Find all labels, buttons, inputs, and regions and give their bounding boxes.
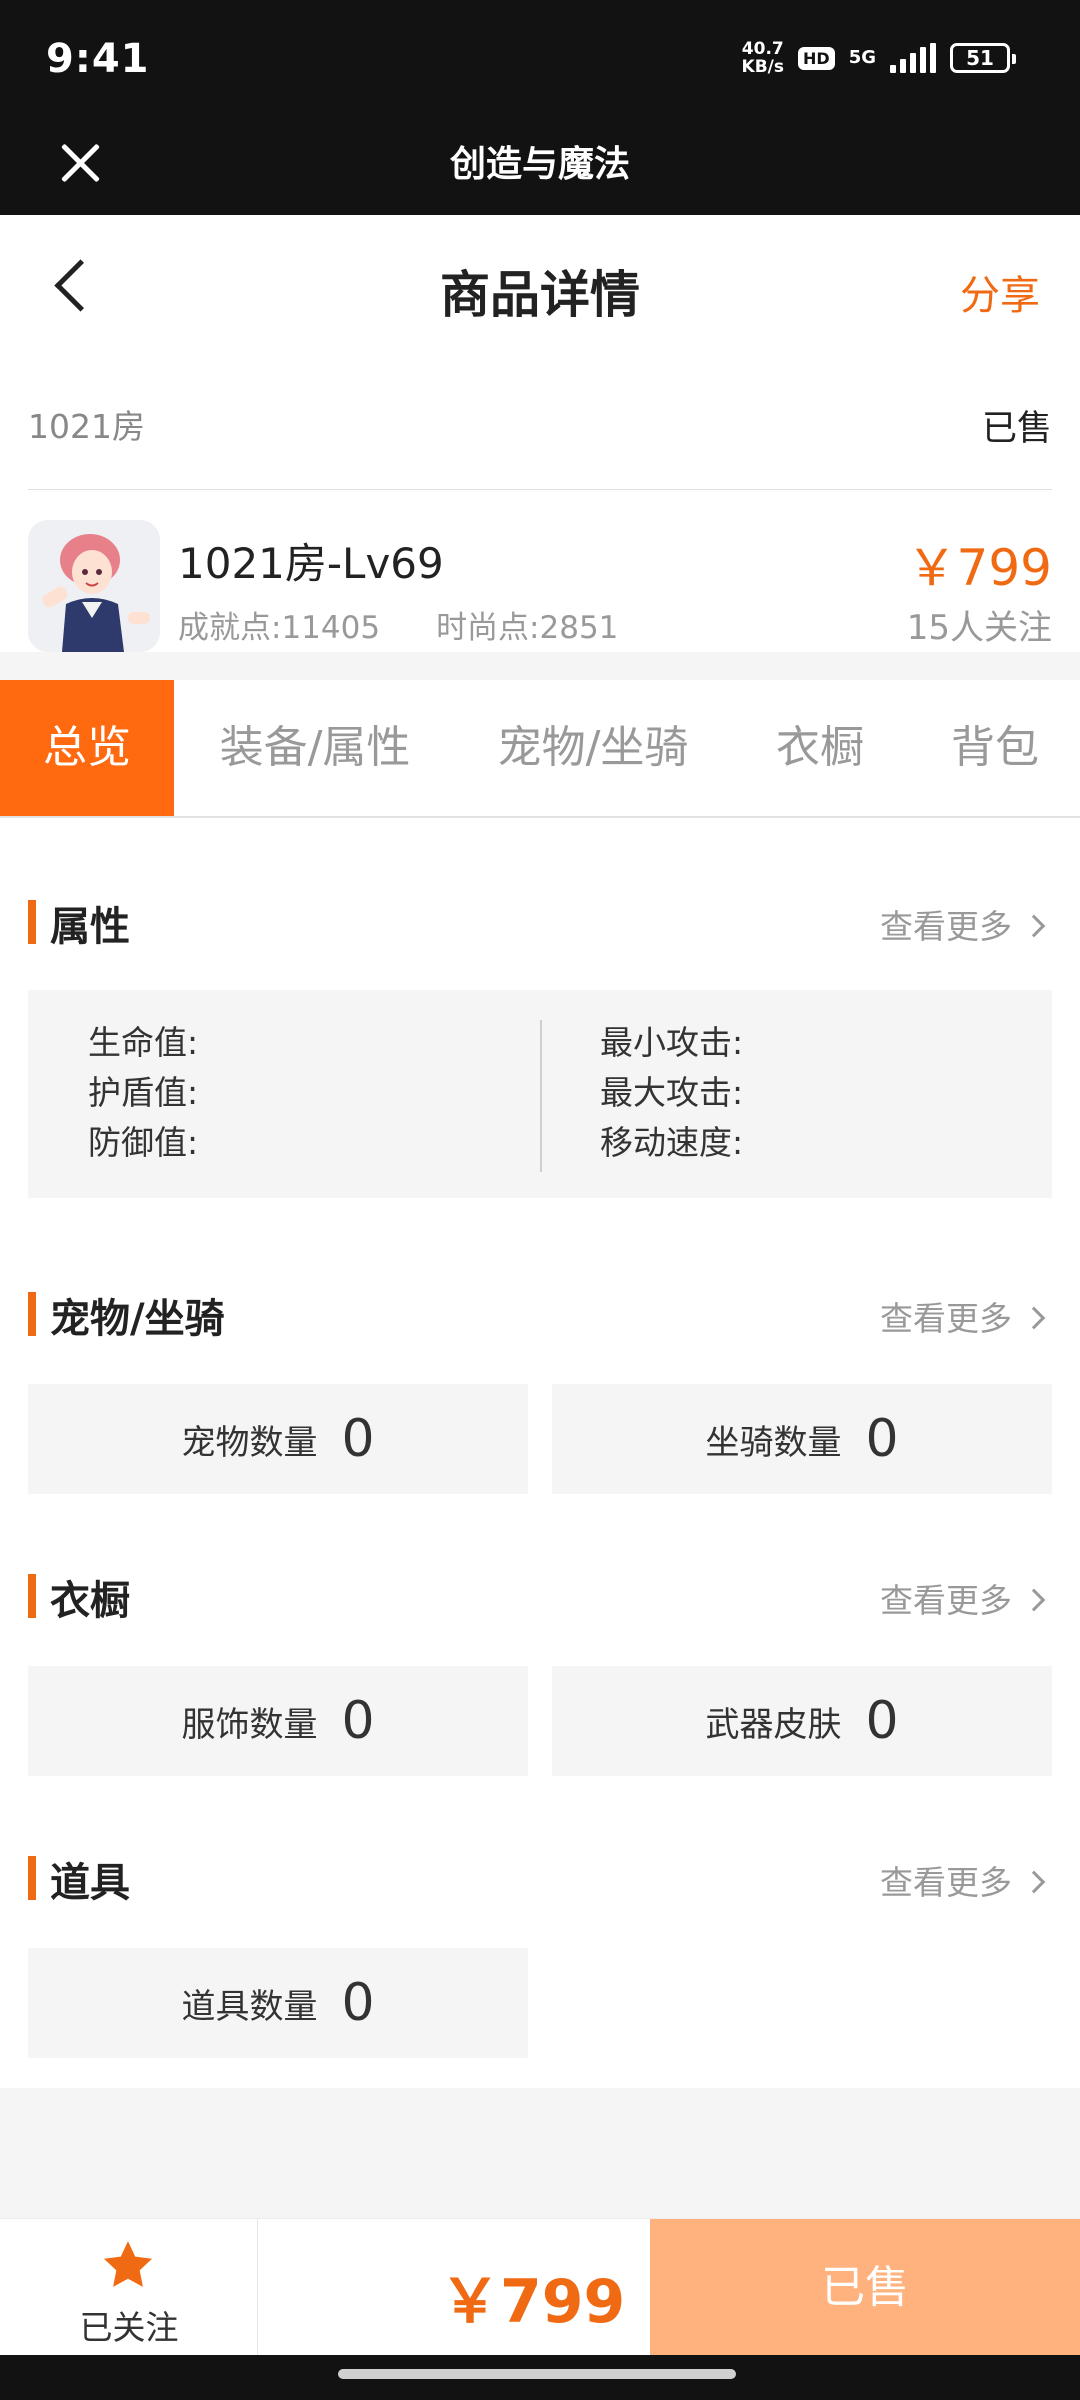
pet-count: 0 xyxy=(341,1409,375,1469)
chevron-right-icon xyxy=(1022,1870,1046,1894)
view-more-wardrobe[interactable]: 查看更多 xyxy=(880,1574,1046,1622)
chevron-right-icon xyxy=(1022,1588,1046,1612)
status-bar: 9:41 40.7 KB/s HD 5G 51 xyxy=(0,0,1080,120)
battery-icon: 51 xyxy=(950,43,1016,73)
page-header: 商品详情 分享 xyxy=(0,215,1080,355)
section-title: 衣橱 xyxy=(50,1578,130,1624)
overview-content: 属性 查看更多 生命值: 护盾值: 防御值: 最小攻击: 最大攻击: 移动速度:… xyxy=(0,818,1080,2088)
room-name: 1021房 xyxy=(28,407,145,446)
defense-label: 防御值: xyxy=(88,1123,199,1162)
sold-button[interactable]: 已售 xyxy=(650,2219,1080,2356)
bottom-price: ￥799 xyxy=(440,2267,626,2337)
sale-status: 已售 xyxy=(981,409,1052,449)
product-stats: 成就点:11405 时尚点:2851 xyxy=(178,602,618,647)
network-speed: 40.7 KB/s xyxy=(741,39,785,77)
page-title: 商品详情 xyxy=(440,266,640,324)
section-accent-bar xyxy=(28,900,36,944)
section-accent-bar xyxy=(28,1292,36,1336)
chevron-right-icon xyxy=(1022,1306,1046,1330)
section-accent-bar xyxy=(28,1856,36,1900)
follow-button[interactable]: 已关注 xyxy=(0,2219,258,2356)
view-more-attributes[interactable]: 查看更多 xyxy=(880,900,1046,948)
mount-count: 0 xyxy=(865,1409,899,1469)
chevron-right-icon xyxy=(1022,914,1046,938)
status-time: 9:41 xyxy=(46,36,150,82)
bottom-action-bar: 已关注 ￥799 已售 xyxy=(0,2218,1080,2356)
tab-wardrobe[interactable]: 衣橱 xyxy=(758,680,882,816)
shield-label: 护盾值: xyxy=(88,1073,199,1112)
product-name: 1021房-Lv69 xyxy=(178,539,444,588)
mount-count-card: 坐骑数量 0 xyxy=(552,1384,1052,1494)
section-wardrobe-header: 衣橱 查看更多 xyxy=(28,1566,1052,1626)
star-icon xyxy=(103,2241,153,2287)
pet-count-card: 宠物数量 0 xyxy=(28,1384,528,1494)
item-count: 0 xyxy=(341,1973,375,2033)
tab-equipment[interactable]: 装备/属性 xyxy=(200,680,430,816)
product-summary[interactable]: 1021房-Lv69 成就点:11405 时尚点:2851 ￥799 15人关注 xyxy=(0,490,1080,652)
network-type: 5G xyxy=(848,47,876,68)
room-row: 1021房 已售 xyxy=(0,355,1080,491)
tab-pets[interactable]: 宠物/坐骑 xyxy=(478,680,708,816)
app-title: 创造与魔法 xyxy=(449,144,630,185)
section-pets-header: 宠物/坐骑 查看更多 xyxy=(28,1284,1052,1344)
follower-count: 15人关注 xyxy=(906,608,1052,648)
status-indicators: 40.7 KB/s HD 5G 51 xyxy=(741,39,1016,77)
move-speed-label: 移动速度: xyxy=(600,1123,744,1162)
hd-badge: HD xyxy=(798,46,835,70)
system-nav-bar xyxy=(0,2355,1080,2400)
tab-bar: 总览 装备/属性 宠物/坐骑 衣橱 背包 xyxy=(0,680,1080,818)
avatar xyxy=(28,520,160,652)
view-more-pets[interactable]: 查看更多 xyxy=(880,1292,1046,1340)
tab-overview[interactable]: 总览 xyxy=(0,680,174,816)
hp-label: 生命值: xyxy=(88,1023,199,1062)
achievement-points: 成就点:11405 xyxy=(178,610,381,646)
view-more-items[interactable]: 查看更多 xyxy=(880,1856,1046,1904)
weapon-skin-count: 0 xyxy=(865,1691,899,1751)
clothes-count-card: 服饰数量 0 xyxy=(28,1666,528,1776)
section-attributes-header: 属性 查看更多 xyxy=(28,892,1052,952)
attributes-left: 生命值: 护盾值: 防御值: xyxy=(88,1018,198,1168)
item-count-card: 道具数量 0 xyxy=(28,1948,528,2058)
signal-icon xyxy=(890,43,936,73)
follow-label: 已关注 xyxy=(79,2308,179,2347)
divider xyxy=(540,1020,542,1172)
clothes-count: 0 xyxy=(341,1691,375,1751)
attributes-panel: 生命值: 护盾值: 防御值: 最小攻击: 最大攻击: 移动速度: xyxy=(28,990,1052,1198)
fashion-points: 时尚点:2851 xyxy=(436,610,619,646)
section-title: 宠物/坐骑 xyxy=(50,1296,225,1342)
max-attack-label: 最大攻击: xyxy=(600,1073,744,1112)
product-price: ￥799 xyxy=(906,539,1052,597)
tab-bag[interactable]: 背包 xyxy=(930,680,1060,816)
attributes-right: 最小攻击: 最大攻击: 移动速度: xyxy=(600,1018,743,1168)
weapon-skin-card: 武器皮肤 0 xyxy=(552,1666,1052,1776)
section-accent-bar xyxy=(28,1574,36,1618)
section-title: 属性 xyxy=(50,904,130,950)
app-bar: 创造与魔法 xyxy=(0,120,1080,215)
section-title: 道具 xyxy=(50,1860,130,1906)
min-attack-label: 最小攻击: xyxy=(600,1023,744,1062)
section-items-header: 道具 查看更多 xyxy=(28,1848,1052,1908)
home-indicator[interactable] xyxy=(338,2369,736,2379)
share-button[interactable]: 分享 xyxy=(960,263,1040,321)
